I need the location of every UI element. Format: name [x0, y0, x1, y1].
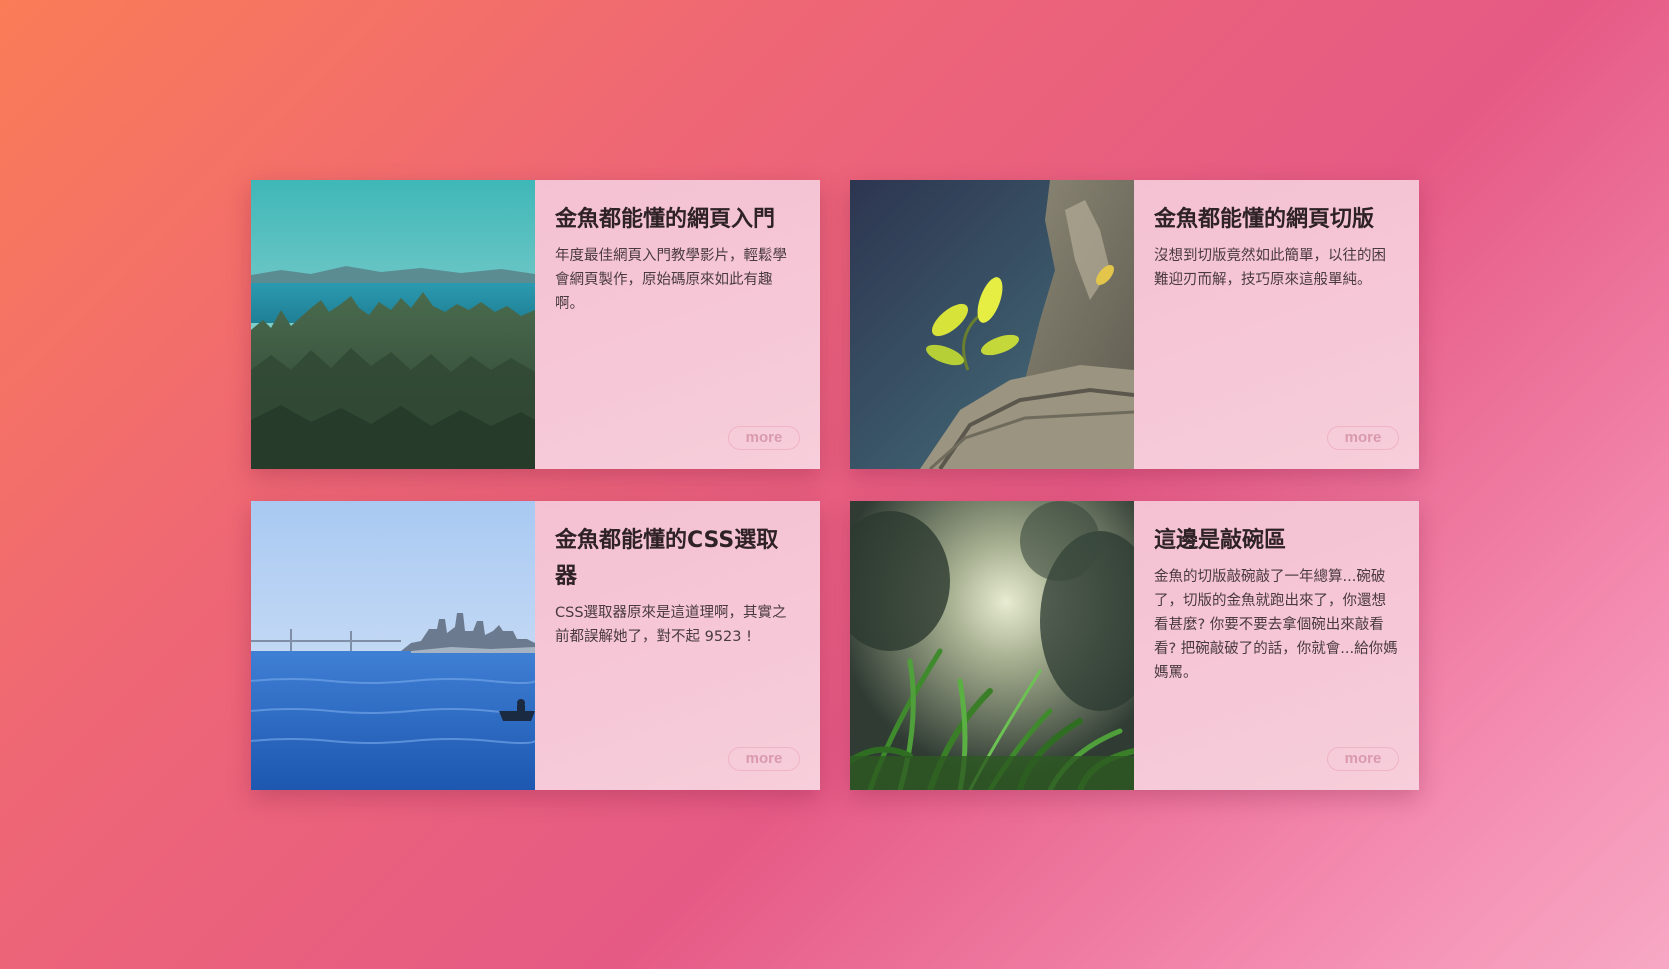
card-content: 金魚都能懂的網頁切版 沒想到切版竟然如此簡單，以往的困難迎刃而解，技巧原來這般單…: [1134, 180, 1419, 469]
card-title: 金魚都能懂的網頁切版: [1154, 207, 1375, 232]
card-description: CSS選取器原來是這道理啊，其實之前都誤解她了，對不起 9523 !: [555, 605, 787, 645]
city-bay-photo: [251, 501, 535, 790]
card-content: 金魚都能懂的CSS選取器 CSS選取器原來是這道理啊，其實之前都誤解她了，對不起…: [535, 501, 820, 790]
sprout-on-log-photo: [850, 180, 1134, 469]
card-description: 金魚的切版敲碗敲了一年總算...碗破了，切版的金魚就跑出來了，你還想看甚麼? 你…: [1154, 569, 1398, 681]
more-button[interactable]: more: [728, 747, 800, 771]
card-request-area: 這邊是敲碗區 金魚的切版敲碗敲了一年總算...碗破了，切版的金魚就跑出來了，你還…: [850, 501, 1419, 790]
card-css-selectors: 金魚都能懂的CSS選取器 CSS選取器原來是這道理啊，其實之前都誤解她了，對不起…: [251, 501, 820, 790]
card-web-layout: 金魚都能懂的網頁切版 沒想到切版竟然如此簡單，以往的困難迎刃而解，技巧原來這般單…: [850, 180, 1419, 469]
card-title: 金魚都能懂的網頁入門: [555, 207, 776, 232]
more-button[interactable]: more: [728, 426, 800, 450]
grass-closeup-image: [850, 501, 1134, 790]
card-content: 這邊是敲碗區 金魚的切版敲碗敲了一年總算...碗破了，切版的金魚就跑出來了，你還…: [1134, 501, 1419, 790]
forest-lake-photo: [251, 180, 535, 469]
card-title: 金魚都能懂的CSS選取器: [555, 528, 779, 589]
card-grid: 金魚都能懂的網頁入門 年度最佳網頁入門教學影片，輕鬆學會網頁製作，原始碼原來如此…: [251, 180, 1419, 790]
card-content: 金魚都能懂的網頁入門 年度最佳網頁入門教學影片，輕鬆學會網頁製作，原始碼原來如此…: [535, 180, 820, 469]
city-bay-image: [251, 501, 535, 790]
card-description: 沒想到切版竟然如此簡單，以往的困難迎刃而解，技巧原來這般單純。: [1154, 248, 1386, 288]
sprout-log-image: [850, 180, 1134, 469]
card-description: 年度最佳網頁入門教學影片，輕鬆學會網頁製作，原始碼原來如此有趣啊。: [555, 248, 787, 312]
more-button[interactable]: more: [1327, 747, 1399, 771]
more-button[interactable]: more: [1327, 426, 1399, 450]
card-title: 這邊是敲碗區: [1154, 528, 1287, 553]
card-web-intro: 金魚都能懂的網頁入門 年度最佳網頁入門教學影片，輕鬆學會網頁製作，原始碼原來如此…: [251, 180, 820, 469]
grass-closeup-photo: [850, 501, 1134, 790]
forest-lake-image: [251, 180, 535, 469]
